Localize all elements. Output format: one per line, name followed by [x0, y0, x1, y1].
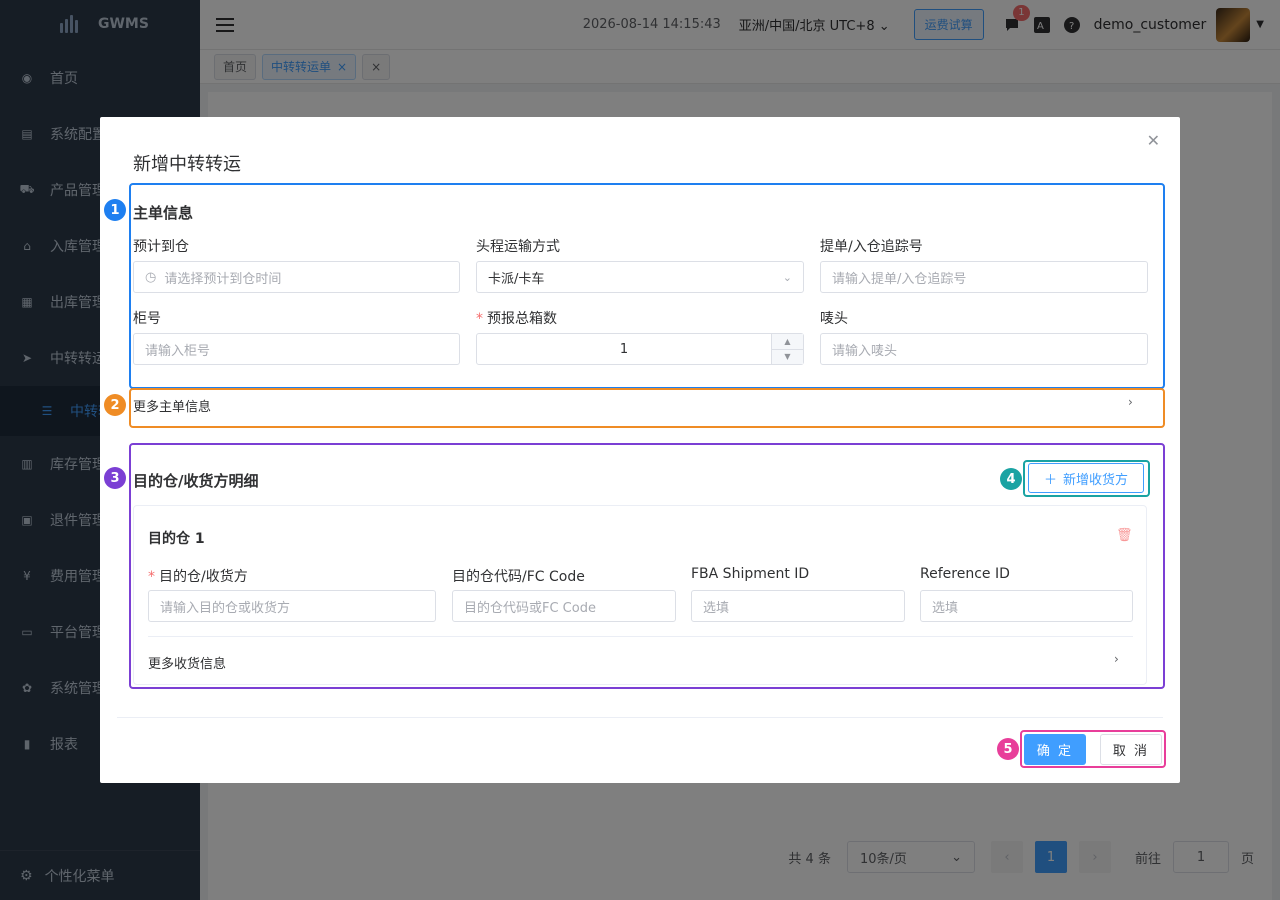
plus-icon: ＋	[1043, 472, 1057, 488]
transport-select[interactable]: 卡派/卡车 ⌄	[476, 261, 804, 293]
more-receiver-info-toggle[interactable]: 更多收货信息	[148, 653, 226, 672]
increment-icon[interactable]: ▲	[772, 334, 803, 350]
destination-card: 目的仓 1 🗑 * 目的仓/收货方 请输入目的仓或收货方 目的仓代码/FC Cod…	[133, 505, 1147, 685]
card-divider	[148, 636, 1133, 637]
dest-label: * 目的仓/收货方	[148, 569, 248, 585]
new-transit-dialog: 新增中转转运 ✕ 1 主单信息 预计到仓 ◷ 请选择预计到仓时间 头程运输方式 …	[100, 117, 1180, 783]
destination-card-title: 目的仓 1	[148, 531, 205, 547]
confirm-button[interactable]: 确 定	[1024, 734, 1086, 765]
required-mark: *	[476, 311, 483, 327]
required-mark: *	[148, 569, 155, 585]
main-info-title: 主单信息	[133, 204, 194, 222]
footer-divider	[117, 717, 1163, 718]
mark-input[interactable]: 请输入唛头	[820, 333, 1148, 365]
boxes-value[interactable]: 1	[477, 334, 771, 364]
container-label: 柜号	[133, 311, 161, 327]
fc-code-label: 目的仓代码/FC Code	[452, 569, 585, 585]
dialog-title: 新增中转转运	[133, 154, 241, 175]
step-badge-4: 4	[1000, 468, 1022, 490]
fba-input[interactable]: 选填	[691, 590, 905, 622]
dest-input[interactable]: 请输入目的仓或收货方	[148, 590, 436, 622]
reference-input[interactable]: 选填	[920, 590, 1133, 622]
fba-label: FBA Shipment ID	[691, 566, 810, 582]
fc-code-input[interactable]: 目的仓代码或FC Code	[452, 590, 676, 622]
more-main-info-toggle[interactable]: 更多主单信息	[133, 396, 211, 415]
container-input[interactable]: 请输入柜号	[133, 333, 460, 365]
more-main-highlight	[129, 388, 1165, 428]
tracking-input[interactable]: 请输入提单/入仓追踪号	[820, 261, 1148, 293]
clock-icon: ◷	[145, 269, 157, 285]
transport-label: 头程运输方式	[476, 239, 560, 255]
eta-label: 预计到仓	[133, 239, 189, 255]
chevron-right-icon[interactable]: ›	[1114, 652, 1119, 666]
decrement-icon[interactable]: ▼	[772, 349, 803, 364]
boxes-stepper[interactable]: 1 ▲ ▼	[476, 333, 804, 365]
boxes-label: * 预报总箱数	[476, 311, 557, 327]
eta-date-picker[interactable]: ◷ 请选择预计到仓时间	[133, 261, 460, 293]
chevron-right-icon[interactable]: ›	[1128, 395, 1133, 409]
chevron-down-icon: ⌄	[782, 270, 792, 284]
cancel-button[interactable]: 取 消	[1100, 734, 1162, 765]
add-receiver-button[interactable]: ＋ 新增收货方	[1028, 463, 1144, 493]
step-badge-3: 3	[104, 467, 126, 489]
tracking-label: 提单/入仓追踪号	[820, 239, 923, 255]
step-badge-2: 2	[104, 394, 126, 416]
step-badge-1: 1	[104, 199, 126, 221]
delete-icon[interactable]: 🗑	[1116, 528, 1133, 543]
destination-title: 目的仓/收货方明细	[133, 472, 259, 490]
close-icon[interactable]: ✕	[1147, 131, 1160, 150]
step-badge-5: 5	[997, 738, 1019, 760]
reference-label: Reference ID	[920, 566, 1010, 582]
mark-label: 唛头	[820, 311, 848, 327]
